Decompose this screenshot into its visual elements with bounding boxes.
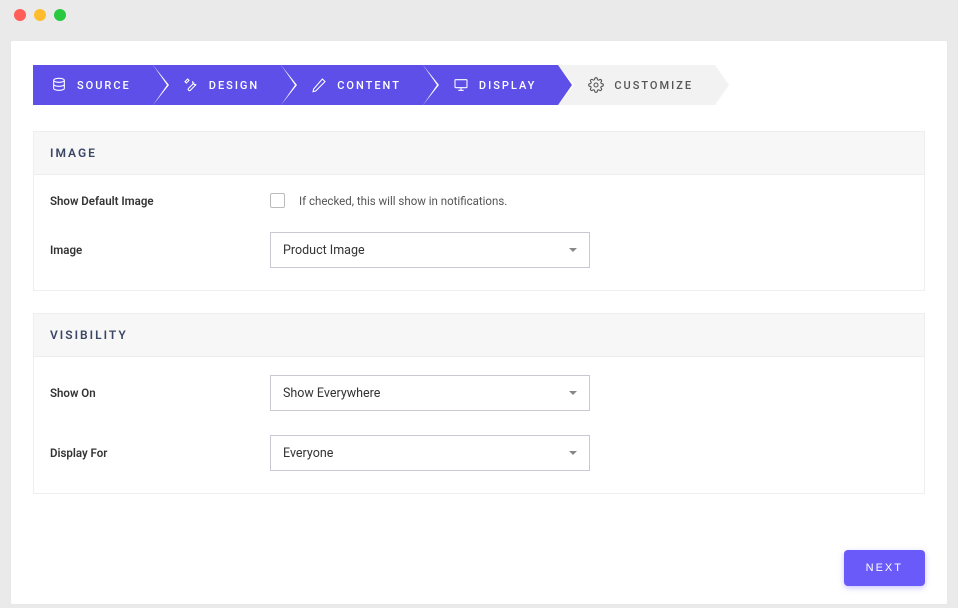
chevron-down-icon [569, 451, 577, 455]
section-visibility-header: VISIBILITY [34, 314, 924, 357]
show-on-control: Show Everywhere [270, 375, 590, 411]
image-select[interactable]: Product Image [270, 232, 590, 268]
image-select-value: Product Image [283, 243, 365, 258]
row-show-on: Show On Show Everywhere [50, 375, 908, 411]
display-for-control: Everyone [270, 435, 590, 471]
display-for-select[interactable]: Everyone [270, 435, 590, 471]
wizard-step-label: CONTENT [337, 79, 401, 92]
window-titlebar [0, 0, 958, 30]
image-control: Product Image [270, 232, 590, 268]
wizard-step-customize[interactable]: CUSTOMIZE [558, 65, 715, 105]
row-display-for: Display For Everyone [50, 435, 908, 471]
wizard-step-source[interactable]: SOURCE [33, 65, 153, 105]
show-default-image-help: If checked, this will show in notificati… [299, 194, 507, 208]
wizard-step-label: CUSTOMIZE [614, 79, 693, 92]
section-image: IMAGE Show Default Image If checked, thi… [33, 131, 925, 291]
show-default-image-control: If checked, this will show in notificati… [270, 193, 507, 208]
section-image-body: Show Default Image If checked, this will… [34, 175, 924, 290]
show-on-select[interactable]: Show Everywhere [270, 375, 590, 411]
pencil-icon [311, 77, 327, 93]
wizard-step-label: SOURCE [77, 79, 131, 92]
show-on-label: Show On [50, 386, 270, 400]
chevron-down-icon [569, 248, 577, 252]
image-label: Image [50, 243, 270, 257]
database-icon [51, 77, 67, 93]
chevron-down-icon [569, 391, 577, 395]
show-on-select-value: Show Everywhere [283, 386, 380, 401]
window-minimize-button[interactable] [34, 9, 46, 21]
row-show-default-image: Show Default Image If checked, this will… [50, 193, 908, 208]
section-visibility-body: Show On Show Everywhere Display For Ever… [34, 357, 924, 493]
window-close-button[interactable] [14, 9, 26, 21]
wizard-step-display[interactable]: DISPLAY [423, 65, 558, 105]
show-default-image-checkbox[interactable] [270, 193, 285, 208]
display-for-select-value: Everyone [283, 446, 333, 461]
display-for-label: Display For [50, 446, 270, 460]
wizard-step-label: DESIGN [209, 79, 259, 92]
next-button[interactable]: NEXT [844, 550, 925, 586]
monitor-icon [453, 77, 469, 93]
wizard-step-label: DISPLAY [479, 79, 536, 92]
content-panel: SOURCE DESIGN CONTENT DISPLAY [10, 40, 948, 605]
row-image: Image Product Image [50, 232, 908, 268]
section-image-header: IMAGE [34, 132, 924, 175]
gear-icon [588, 77, 604, 93]
tools-icon [183, 77, 199, 93]
wizard-step-design[interactable]: DESIGN [153, 65, 281, 105]
window-maximize-button[interactable] [54, 9, 66, 21]
show-default-image-label: Show Default Image [50, 194, 270, 208]
app-window: SOURCE DESIGN CONTENT DISPLAY [0, 0, 958, 608]
section-visibility: VISIBILITY Show On Show Everywhere Displ… [33, 313, 925, 494]
wizard-step-content[interactable]: CONTENT [281, 65, 423, 105]
wizard-steps: SOURCE DESIGN CONTENT DISPLAY [33, 65, 925, 105]
